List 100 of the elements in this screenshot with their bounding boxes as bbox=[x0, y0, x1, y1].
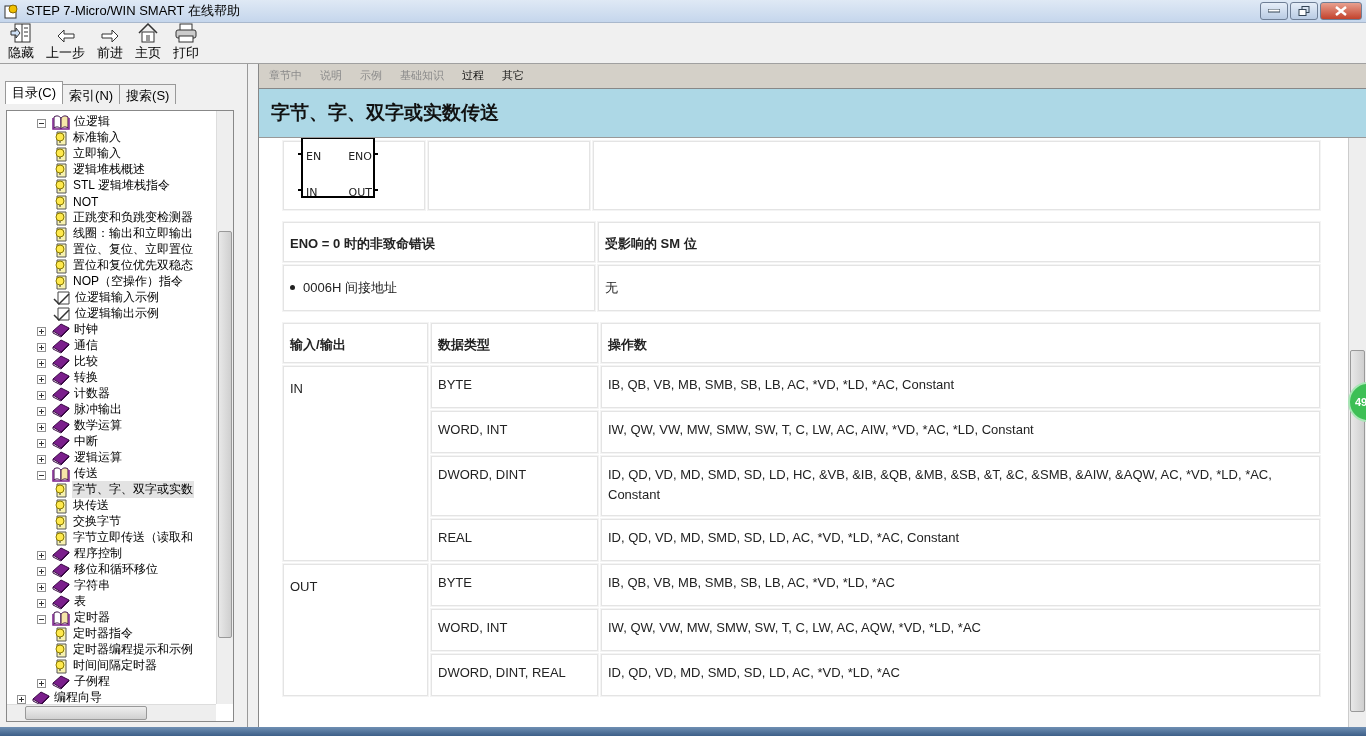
table-cell: IB, QB, VB, MB, SMB, SB, LB, AC, *VD, *LD, *AC, Constant bbox=[601, 365, 1320, 408]
expand-icon[interactable] bbox=[37, 357, 46, 367]
tree-item[interactable]: 定时器 bbox=[73, 609, 111, 627]
tree-item[interactable]: 传送 bbox=[73, 465, 99, 483]
table-cell: DWORD, DINT bbox=[431, 455, 598, 516]
collapse-icon[interactable] bbox=[37, 117, 46, 127]
expand-icon[interactable] bbox=[37, 597, 46, 607]
tree-item[interactable]: 正跳变和负跳变检测器 bbox=[72, 209, 194, 227]
tree-item[interactable]: 位逻辑 bbox=[73, 113, 111, 131]
tree-item[interactable]: 移位和循环移位 bbox=[73, 561, 159, 579]
restore-button[interactable] bbox=[1290, 1, 1318, 20]
expand-icon[interactable] bbox=[37, 453, 46, 463]
expand-icon[interactable] bbox=[17, 693, 26, 703]
tree-item[interactable]: 转换 bbox=[73, 369, 99, 387]
book-icon bbox=[52, 545, 70, 562]
example-icon bbox=[53, 305, 71, 322]
tree-item[interactable]: NOP（空操作）指令 bbox=[72, 273, 184, 291]
pin-label: IN bbox=[306, 184, 318, 201]
help-page-icon bbox=[53, 177, 69, 194]
tree-item[interactable]: 逻辑运算 bbox=[73, 449, 123, 467]
expand-icon[interactable] bbox=[37, 405, 46, 415]
tree-item[interactable]: 字符串 bbox=[73, 577, 111, 595]
tree-item[interactable]: 定时器指令 bbox=[72, 625, 134, 643]
collapse-icon[interactable] bbox=[37, 613, 46, 623]
topic-nav-link[interactable]: 过程 bbox=[462, 68, 484, 84]
table-cell: BYTE bbox=[431, 563, 598, 606]
expand-icon[interactable] bbox=[37, 421, 46, 431]
tree-item[interactable]: 立即输入 bbox=[72, 145, 122, 163]
expand-icon[interactable] bbox=[37, 581, 46, 591]
tree-item[interactable]: 通信 bbox=[73, 337, 99, 355]
toolbar-button[interactable]: 上一步 bbox=[42, 23, 89, 63]
window-title: STEP 7-Micro/WIN SMART 在线帮助 bbox=[26, 1, 241, 20]
toolbar-button[interactable]: 打印 bbox=[169, 23, 203, 63]
tree-item[interactable]: 计数器 bbox=[73, 385, 111, 403]
tree-item[interactable]: 表 bbox=[73, 593, 87, 611]
tree-item[interactable]: 比较 bbox=[73, 353, 99, 371]
expand-icon[interactable] bbox=[37, 389, 46, 399]
tree-item[interactable]: 编程向导 bbox=[53, 689, 103, 704]
tree-item[interactable]: 线圈：输出和立即输出 bbox=[72, 225, 194, 243]
table-cell: REAL bbox=[431, 518, 598, 561]
expand-icon[interactable] bbox=[37, 677, 46, 687]
expand-icon[interactable] bbox=[37, 373, 46, 383]
tree-item[interactable]: 数学运算 bbox=[73, 417, 123, 435]
nav-tab[interactable]: 索引(N) bbox=[62, 83, 121, 104]
tree-item[interactable]: 中断 bbox=[73, 433, 99, 451]
help-page-icon bbox=[53, 513, 69, 530]
nav-tab[interactable]: 目录(C) bbox=[5, 80, 64, 104]
help-page-icon bbox=[53, 273, 69, 290]
tree-item[interactable]: 位逻辑输入示例 bbox=[74, 289, 160, 307]
tree-item[interactable]: NOT bbox=[72, 194, 100, 209]
help-page-icon bbox=[53, 257, 69, 274]
collapse-icon[interactable] bbox=[37, 469, 46, 479]
expand-icon[interactable] bbox=[37, 437, 46, 447]
tree-item[interactable]: 交换字节 bbox=[72, 513, 122, 531]
close-button[interactable] bbox=[1320, 1, 1362, 20]
topic-title: 字节、字、双字或实数传送 bbox=[259, 88, 1366, 138]
tree-item[interactable]: 置位、复位、立即置位 bbox=[72, 241, 194, 259]
tree-item[interactable]: 定时器编程提示和示例 bbox=[72, 641, 194, 659]
book-icon bbox=[52, 561, 70, 578]
tree-item[interactable]: 标准输入 bbox=[72, 129, 122, 147]
tree-item[interactable]: 位逻辑输出示例 bbox=[74, 305, 160, 323]
help-page-icon bbox=[53, 529, 69, 546]
pin-label: ENO bbox=[348, 148, 372, 165]
tree-item[interactable]: STL 逻辑堆栈指令 bbox=[72, 177, 171, 195]
horizontal-scrollbar[interactable] bbox=[7, 703, 216, 721]
tree-item[interactable]: 逻辑堆栈概述 bbox=[72, 161, 146, 179]
help-page-icon bbox=[53, 225, 69, 242]
toolbar-button[interactable]: 主页 bbox=[131, 23, 165, 63]
open-book-icon bbox=[52, 113, 70, 130]
nav-tab[interactable]: 搜索(S) bbox=[119, 83, 177, 104]
tree-item[interactable]: 脉冲输出 bbox=[73, 401, 123, 419]
table-cell: WORD, INT bbox=[431, 410, 598, 453]
tree-item[interactable]: 字节立即传送（读取和 bbox=[72, 529, 194, 547]
expand-icon[interactable] bbox=[37, 325, 46, 335]
book-icon bbox=[52, 369, 70, 386]
expand-icon[interactable] bbox=[37, 565, 46, 575]
tree-item[interactable]: 时间间隔定时器 bbox=[72, 657, 158, 675]
toolbar-button[interactable]: 隐藏 bbox=[4, 23, 38, 63]
tree-item[interactable]: 时钟 bbox=[73, 321, 99, 339]
book-icon bbox=[32, 689, 50, 704]
toolbar-button[interactable]: 前进 bbox=[93, 23, 127, 63]
expand-icon[interactable] bbox=[37, 549, 46, 559]
table-cell: OUT bbox=[283, 563, 428, 696]
help-page-icon bbox=[53, 481, 69, 498]
tree-item[interactable]: 程序控制 bbox=[73, 545, 123, 563]
help-page-icon bbox=[53, 625, 69, 642]
help-page-icon bbox=[53, 641, 69, 658]
table-cell: WORD, INT bbox=[431, 608, 598, 651]
tree-item[interactable]: 置位和复位优先双稳态 bbox=[72, 257, 194, 275]
tree-item[interactable]: 子例程 bbox=[73, 673, 111, 691]
topic-nav-link[interactable]: 其它 bbox=[502, 68, 524, 84]
tree-item[interactable]: 块传送 bbox=[72, 497, 110, 515]
expand-icon[interactable] bbox=[37, 341, 46, 351]
help-page-icon bbox=[53, 241, 69, 258]
tree-item[interactable]: 字节、字、双字或实数 bbox=[72, 481, 194, 499]
vertical-scrollbar[interactable] bbox=[1348, 137, 1366, 727]
column-header: ENO = 0 时的非致命错误 bbox=[283, 221, 595, 262]
help-page-icon bbox=[53, 193, 69, 210]
table-cell: DWORD, DINT, REAL bbox=[431, 653, 598, 696]
vertical-scrollbar[interactable] bbox=[216, 110, 233, 704]
